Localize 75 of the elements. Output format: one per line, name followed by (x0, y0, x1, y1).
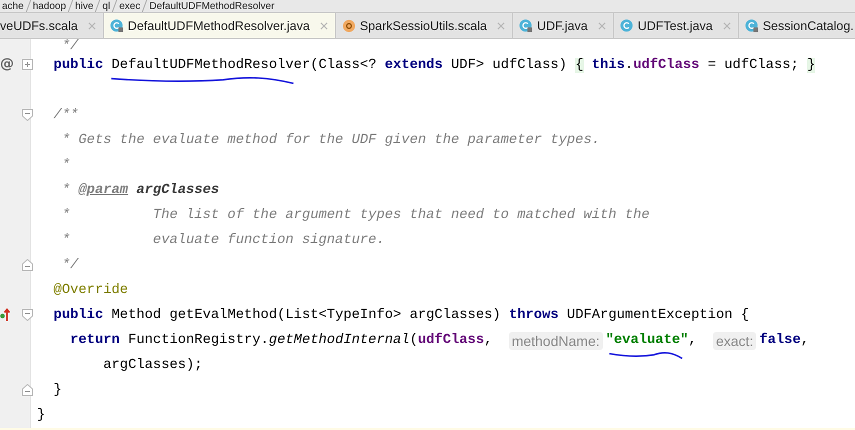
code-field: udfClass (418, 333, 484, 348)
code-comment: */ (60, 258, 78, 273)
class-file-icon (620, 18, 634, 32)
file-tab[interactable]: UDFTest.java (614, 13, 739, 38)
close-icon[interactable] (88, 22, 96, 30)
breadcrumb-item[interactable]: DefaultUDFMethodResolver (149, 0, 274, 12)
close-icon[interactable] (598, 22, 606, 30)
code-text: = udfClass; (706, 58, 800, 73)
breadcrumb-item[interactable]: ql (102, 0, 110, 12)
breadcrumb-item[interactable]: exec (119, 0, 140, 12)
class-file-icon (518, 18, 533, 32)
doc-tag: @param (78, 183, 128, 198)
code-comment: * evaluate function signature. (60, 233, 385, 248)
tab-label: SparkSessioUtils.scala (360, 18, 487, 32)
matched-brace: } (807, 58, 816, 73)
code-annotation: @Override (52, 283, 128, 298)
code-text: (Class<? (310, 58, 378, 73)
code-keyword: extends (384, 58, 443, 73)
close-icon[interactable] (320, 22, 328, 30)
tab-label: UDFTest.java (638, 18, 713, 32)
code-comment: * (60, 158, 70, 173)
gutter-marker[interactable]: @ (0, 56, 14, 72)
code-text: , (688, 333, 698, 348)
code-keyword: false (759, 333, 801, 348)
code-field: udfClass (633, 58, 700, 73)
code-text: ( (410, 333, 418, 348)
file-tab[interactable]: SessionCatalog. (738, 13, 855, 38)
tab-label: UDF.java (536, 18, 588, 32)
breadcrumb-item[interactable]: ache (2, 0, 24, 12)
code-keyword: public (52, 58, 104, 73)
tab-label: SessionCatalog. (762, 18, 854, 32)
code-comment: * The list of the argument types that need to matched with the (60, 208, 650, 223)
code-keyword: return (69, 333, 120, 348)
file-tab[interactable]: DefaultUDFMethodResolver.java (104, 13, 336, 38)
tab-label: DefaultUDFMethodResolver.java (128, 18, 310, 32)
collapse-fold-icon[interactable] (22, 109, 33, 121)
collapse-fold-icon[interactable] (22, 309, 33, 321)
scala-file-icon (342, 18, 356, 32)
code-comment: /** (52, 108, 78, 123)
code-string: "evaluate" (606, 333, 688, 348)
code-text: , (800, 333, 810, 348)
code-text: FunctionRegistry. (127, 333, 269, 348)
code-text: UDF> udfClass) (450, 58, 568, 73)
code-text: UDFArgumentException { (566, 308, 750, 323)
code-keyword: this (590, 58, 625, 73)
close-icon[interactable] (722, 22, 731, 30)
code-comment: * (60, 183, 72, 198)
code-text: argClasses); (102, 358, 203, 373)
code-text: . (624, 58, 634, 73)
override-arrow-icon[interactable] (0, 308, 10, 322)
fold-end-icon[interactable] (22, 384, 33, 396)
code-text: } (37, 408, 46, 423)
code-keyword: public (52, 308, 104, 323)
fold-end-icon[interactable] (22, 259, 33, 271)
class-file-icon (744, 18, 759, 32)
close-icon[interactable] (496, 22, 505, 30)
code-comment: * Gets the evaluate method for the UDF given the parameter types. (60, 133, 600, 148)
code-keyword: throws (508, 308, 559, 323)
code-method: getMethodInternal (268, 333, 410, 348)
code-text: , (484, 333, 494, 348)
code-text: Method getEvalMethod(List<TypeInfo> argClasses) (110, 308, 502, 323)
parameter-hint: exact: (712, 332, 756, 350)
breadcrumb-item[interactable]: hive (75, 0, 94, 12)
file-tab[interactable]: SparkSessioUtils.scala (336, 13, 513, 38)
breadcrumb-item[interactable]: hadoop (32, 0, 66, 12)
parameter-hint: methodName: (508, 332, 603, 350)
matched-brace: { (575, 58, 584, 73)
code-comment: */ (60, 38, 78, 54)
expand-fold-icon[interactable] (22, 59, 33, 70)
code-text: DefaultUDFMethodResolver (103, 58, 310, 73)
doc-param: argClasses (135, 183, 220, 198)
tab-label: veUDFs.scala (0, 18, 78, 32)
class-file-icon (110, 18, 124, 32)
code-text: } (52, 383, 62, 398)
file-tab[interactable]: UDF.java (512, 13, 614, 38)
